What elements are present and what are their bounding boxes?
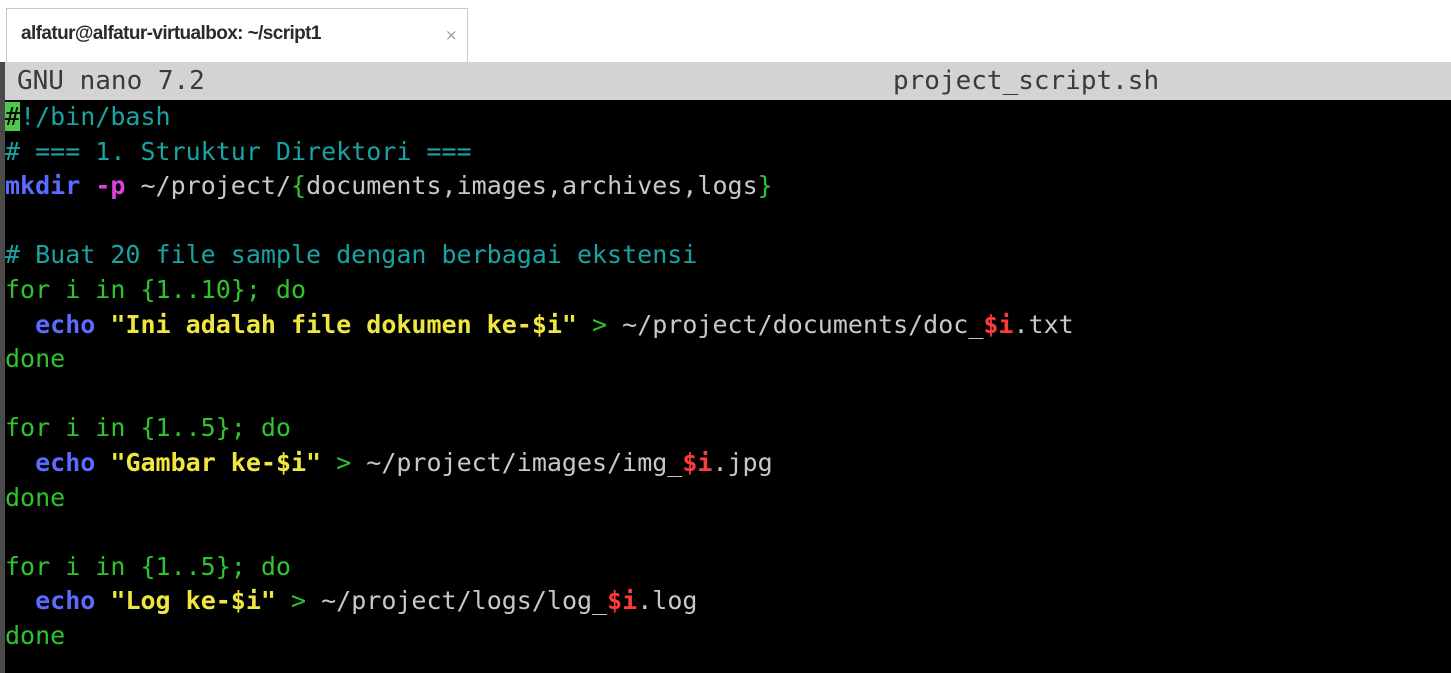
- comment: # Buat 20 file sample dengan berbagai ek…: [5, 240, 698, 270]
- code-line: for i in {1..10}; do: [5, 273, 1451, 308]
- string: "Gambar ke-$i": [110, 447, 322, 477]
- brace: }: [757, 171, 773, 201]
- variable: $i: [607, 586, 638, 616]
- nano-title-bar: GNU nano 7.2 project_script.sh: [5, 62, 1451, 100]
- close-icon[interactable]: ×: [445, 26, 458, 44]
- code-line: done: [5, 342, 1451, 377]
- done-keyword: done: [5, 620, 66, 650]
- done-keyword: done: [5, 344, 66, 374]
- text-cursor: #: [5, 102, 21, 131]
- command: echo: [35, 586, 96, 616]
- for-loop: for i in {1..5}; do: [5, 413, 291, 443]
- path: ~/project/documents/doc_: [622, 309, 984, 339]
- redirect: >: [321, 447, 367, 477]
- string: "Log ke-$i": [110, 586, 276, 616]
- redirect: >: [275, 586, 322, 616]
- variable: $i: [682, 447, 713, 477]
- string: "Ini adalah file dokumen ke-$i": [110, 309, 577, 339]
- code-line: mkdir -p ~/project/{documents,images,arc…: [5, 169, 1451, 204]
- path: ~/project/logs/log_: [321, 586, 608, 616]
- extension: .jpg: [712, 447, 773, 477]
- path: ~/project/: [125, 171, 292, 201]
- redirect: >: [576, 309, 623, 339]
- brace: {: [291, 171, 307, 201]
- command: mkdir: [5, 171, 81, 201]
- command: echo: [35, 447, 96, 477]
- for-loop: for i in {1..10}; do: [5, 274, 307, 304]
- tab-bar: alfatur@alfatur-virtualbox: ~/script1 ×: [0, 0, 1451, 62]
- brace-items: documents,images,archives,logs: [306, 171, 758, 201]
- terminal-window: alfatur@alfatur-virtualbox: ~/script1 × …: [0, 0, 1451, 673]
- path: ~/project/images/img_: [366, 447, 683, 477]
- code-line: echo "Ini adalah file dokumen ke-$i" > ~…: [5, 308, 1451, 343]
- extension: .log: [637, 586, 698, 616]
- editor-buffer[interactable]: #!/bin/bash # === 1. Struktur Direktori …: [5, 100, 1451, 673]
- tab-title: alfatur@alfatur-virtualbox: ~/script1: [21, 23, 321, 44]
- variable: $i: [983, 309, 1014, 339]
- done-keyword: done: [5, 482, 66, 512]
- code-line: # === 1. Struktur Direktori ===: [5, 135, 1451, 170]
- for-loop: for i in {1..5}; do: [5, 551, 291, 581]
- shebang: !/bin/bash: [20, 102, 171, 131]
- code-line: done: [5, 481, 1451, 516]
- code-line: echo "Gambar ke-$i" > ~/project/images/i…: [5, 446, 1451, 481]
- code-line: # Buat 20 file sample dengan berbagai ek…: [5, 238, 1451, 273]
- comment: # === 1. Struktur Direktori ===: [5, 136, 472, 166]
- extension: .txt: [1013, 309, 1074, 339]
- nano-filename: project_script.sh: [893, 66, 1160, 96]
- code-line: done: [5, 619, 1451, 654]
- terminal-tab[interactable]: alfatur@alfatur-virtualbox: ~/script1 ×: [6, 8, 468, 62]
- code-line: echo "Log ke-$i" > ~/project/logs/log_$i…: [5, 584, 1451, 619]
- code-line: for i in {1..5}; do: [5, 550, 1451, 585]
- flag: -p: [95, 171, 126, 201]
- code-line: for i in {1..5}; do: [5, 411, 1451, 446]
- nano-version: GNU nano 7.2: [17, 66, 205, 96]
- code-line: #!/bin/bash: [5, 100, 1451, 135]
- terminal-area[interactable]: GNU nano 7.2 project_script.sh #!/bin/ba…: [0, 62, 1451, 673]
- command: echo: [35, 309, 96, 339]
